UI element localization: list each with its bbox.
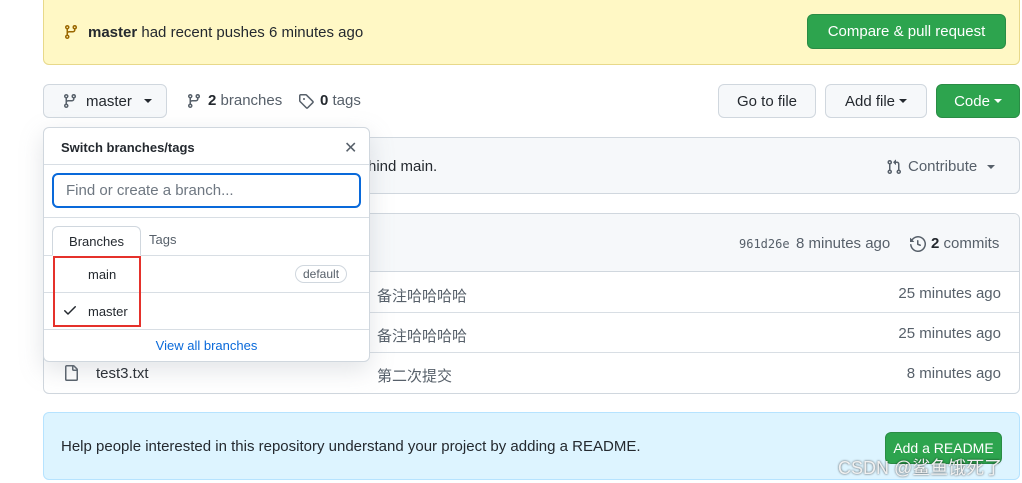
git-branch-icon bbox=[187, 93, 200, 108]
contribute-label: Contribute bbox=[908, 158, 978, 175]
push-message-text: had recent pushes 6 minutes ago bbox=[141, 24, 364, 41]
contribute-button[interactable]: Contribute bbox=[886, 158, 996, 175]
file-name[interactable]: test3.txt bbox=[96, 365, 149, 382]
divider bbox=[44, 164, 369, 165]
caret-down-icon bbox=[993, 99, 1002, 103]
commits-label: commits bbox=[943, 235, 1000, 252]
push-message: master had recent pushes 6 minutes ago bbox=[88, 24, 363, 41]
caret-down-icon bbox=[143, 99, 152, 103]
pushed-branch-name[interactable]: master bbox=[88, 24, 137, 41]
close-icon[interactable]: ✕ bbox=[344, 138, 357, 158]
default-badge: default bbox=[295, 265, 348, 283]
tab-branches[interactable]: Branches bbox=[52, 226, 141, 256]
tags-label: tags bbox=[332, 92, 361, 109]
highlight-annotation bbox=[53, 256, 141, 327]
branches-link[interactable]: 2 branches bbox=[186, 92, 282, 109]
git-branch-icon bbox=[64, 25, 77, 40]
latest-commit-time: 8 minutes ago bbox=[796, 235, 891, 252]
code-label: Code bbox=[954, 92, 990, 110]
tags-count: 0 bbox=[320, 92, 329, 109]
branches-count: 2 bbox=[208, 92, 217, 109]
view-all-branches-link[interactable]: View all branches bbox=[44, 338, 369, 353]
compare-pull-request-button[interactable]: Compare & pull request bbox=[807, 14, 1006, 49]
branch-select-label: master bbox=[86, 92, 132, 110]
branch-select-button[interactable]: master bbox=[43, 84, 167, 118]
commits-link[interactable]: 2 commits bbox=[910, 235, 999, 252]
watermark-text: CSDN @鲨鱼饿死了 bbox=[838, 458, 1003, 478]
git-branch-icon bbox=[63, 94, 76, 109]
file-commit-time: 8 minutes ago bbox=[906, 365, 1001, 382]
go-to-file-button[interactable]: Go to file bbox=[718, 84, 816, 118]
recent-push-banner: master had recent pushes 6 minutes ago C… bbox=[43, 0, 1020, 65]
add-file-button[interactable]: Add file bbox=[825, 84, 927, 118]
code-button[interactable]: Code bbox=[936, 84, 1020, 118]
file-commit-message[interactable]: 第二次提交 bbox=[377, 365, 452, 386]
caret-down-icon bbox=[987, 164, 996, 169]
branch-search-input[interactable] bbox=[52, 173, 361, 208]
commit-sha[interactable]: 961d26e bbox=[739, 237, 790, 251]
history-icon bbox=[910, 235, 926, 252]
file-icon bbox=[65, 365, 78, 381]
file-commit-message[interactable]: 备注哈哈哈哈 bbox=[377, 285, 467, 306]
file-commit-message[interactable]: 备注哈哈哈哈 bbox=[377, 325, 467, 346]
file-commit-time: 25 minutes ago bbox=[898, 285, 1001, 302]
add-file-label: Add file bbox=[844, 92, 896, 110]
commits-count: 2 bbox=[931, 235, 940, 252]
dropdown-title: Switch branches/tags bbox=[61, 140, 195, 155]
tag-icon bbox=[299, 93, 314, 109]
tags-link[interactable]: 0 tags bbox=[298, 92, 361, 109]
branch-status-text: hind main. bbox=[368, 158, 438, 175]
tab-tags[interactable]: Tags bbox=[149, 232, 176, 247]
readme-prompt-text: Help people interested in this repositor… bbox=[61, 438, 641, 455]
branches-label: branches bbox=[220, 92, 283, 109]
git-pull-request-icon bbox=[887, 159, 902, 174]
caret-down-icon bbox=[899, 99, 908, 103]
file-commit-time: 25 minutes ago bbox=[898, 325, 1001, 342]
divider bbox=[44, 217, 369, 218]
